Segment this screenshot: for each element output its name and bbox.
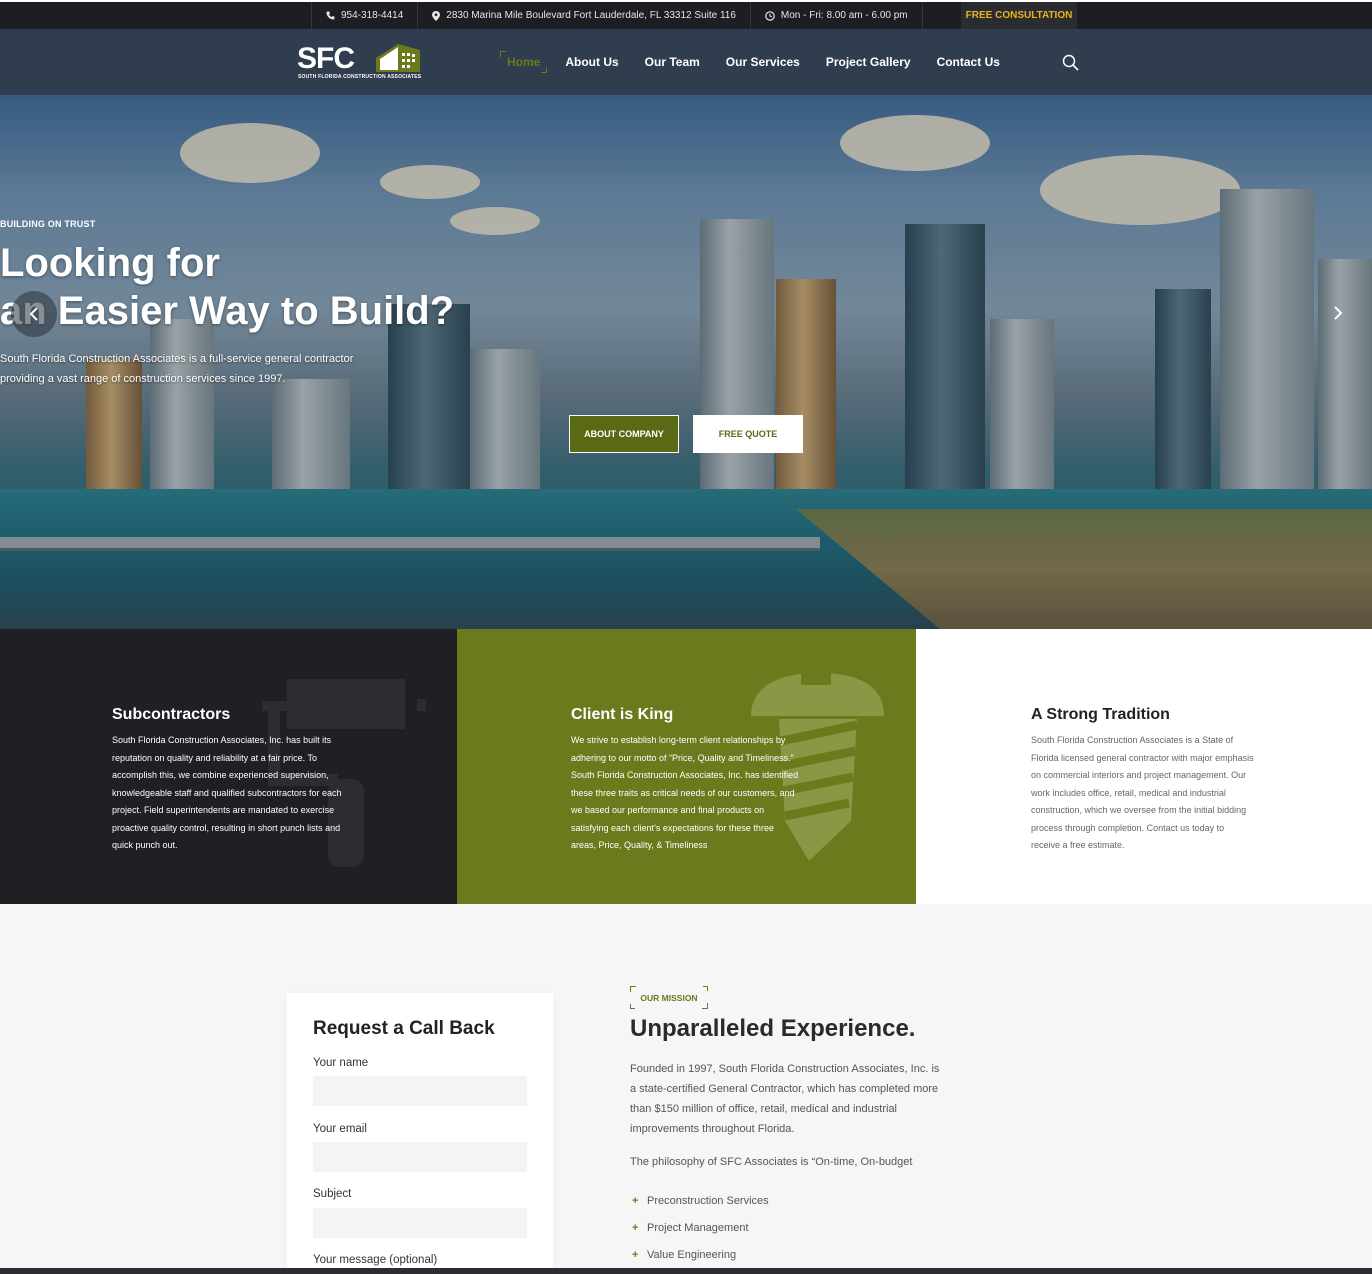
subject-field[interactable]	[313, 1208, 527, 1238]
top-bar-address: 2830 Marina Mile Boulevard Fort Lauderda…	[417, 2, 750, 29]
main-navigation: SFC SOUTH FLORIDA CONSTRUCTION ASSOCIATE…	[0, 29, 1372, 95]
logo-letters: SFC	[297, 42, 355, 75]
message-label: Your message (optional)	[313, 1254, 438, 1266]
nav-item-our-services[interactable]: Our Services	[726, 51, 800, 73]
hero-kicker: BUILDING ON TRUST	[0, 219, 96, 229]
phone-icon	[326, 11, 335, 20]
mission-title: Unparalleled Experience.	[630, 1015, 916, 1042]
mission-tag-text: OUR MISSION	[640, 992, 698, 1003]
free-consultation-button[interactable]: FREE CONSULTATION	[961, 2, 1077, 29]
feature-strong-tradition: A Strong Tradition South Florida Constru…	[916, 629, 1372, 904]
list-item: + Preconstruction Services	[632, 1194, 769, 1207]
top-bar-inner: 954-318-4414 2830 Marina Mile Boulevard …	[311, 2, 1077, 29]
nav-item-project-gallery[interactable]: Project Gallery	[826, 51, 911, 73]
nav-item-our-team[interactable]: Our Team	[645, 51, 700, 73]
sfc-logo[interactable]: SFC SOUTH FLORIDA CONSTRUCTION ASSOCIATE…	[297, 44, 422, 82]
feature-client-is-king: Client is King We strive to establish lo…	[457, 629, 916, 904]
plus-icon: +	[632, 1221, 639, 1234]
mission-tag: OUR MISSION	[630, 986, 708, 1009]
feature-text: We strive to establish long-term client …	[571, 735, 799, 850]
free-quote-button[interactable]: FREE QUOTE	[693, 415, 803, 453]
nav-menu: Home About Us Our Team Our Services Proj…	[500, 51, 1026, 73]
clock-icon	[765, 10, 775, 21]
hero-title: Looking for an Easier Way to Build?	[0, 239, 1372, 335]
top-bar: 954-318-4414 2830 Marina Mile Boulevard …	[0, 0, 1372, 29]
hero-subtitle: South Florida Construction Associates is…	[0, 349, 1372, 389]
phone-number: 954-318-4414	[341, 10, 404, 21]
nav-item-about-us[interactable]: About Us	[565, 51, 618, 73]
building-logo-icon	[376, 44, 420, 72]
nav-item-home[interactable]: Home	[500, 51, 548, 73]
hero-subtitle-line-1: South Florida Construction Associates is…	[0, 353, 354, 365]
bottom-bar	[0, 1268, 1372, 1274]
chevron-right-icon	[1334, 306, 1343, 320]
name-field[interactable]	[313, 1076, 527, 1106]
top-bar-hours: Mon - Fri: 8.00 am - 6.00 pm	[749, 2, 923, 29]
form-title: Request a Call Back	[313, 1018, 495, 1039]
feature-text: South Florida Construction Associates, I…	[112, 735, 342, 850]
nav-item-contact-us[interactable]: Contact Us	[937, 51, 1000, 73]
hero-subtitle-line-2: providing a vast range of construction s…	[0, 373, 286, 385]
about-company-button[interactable]: ABOUT COMPANY	[569, 415, 679, 453]
services-list: + Preconstruction Services + Project Manag…	[632, 1187, 769, 1268]
email-field[interactable]	[313, 1142, 527, 1172]
feature-text: South Florida Construction Associates is…	[1031, 735, 1254, 850]
hours-text: Mon - Fri: 8.00 am - 6.00 pm	[780, 10, 908, 21]
mission-philosophy: The philosophy of SFC Associates is “On-…	[630, 1156, 913, 1168]
hero-title-line-2: an Easier Way to Build?	[0, 289, 455, 333]
list-item: + Value Engineering	[632, 1248, 737, 1261]
subject-label: Subject	[313, 1188, 352, 1200]
call-back-form: Request a Call Back Your name Your email…	[287, 993, 553, 1274]
email-label: Your email	[313, 1123, 367, 1135]
plus-icon: +	[632, 1248, 639, 1261]
feature-title: Subcontractors	[112, 706, 231, 723]
hero-slider: BUILDING ON TRUST Looking for an Easier …	[0, 95, 1372, 629]
hero-title-line-1: Looking for	[0, 241, 220, 285]
list-item: + Project Management	[632, 1221, 749, 1234]
chevron-left-icon	[29, 307, 38, 321]
mission-paragraph: Founded in 1997, South Florida Construct…	[630, 1063, 940, 1135]
slider-next-button[interactable]	[1328, 303, 1348, 323]
plus-icon: +	[632, 1194, 639, 1207]
feature-title: Client is King	[571, 706, 674, 723]
slider-prev-button[interactable]	[11, 291, 57, 337]
top-bar-phone[interactable]: 954-318-4414	[311, 2, 417, 29]
address-text: 2830 Marina Mile Boulevard Fort Lauderda…	[446, 10, 736, 21]
map-pin-icon	[432, 10, 441, 21]
logo-tagline: SOUTH FLORIDA CONSTRUCTION ASSOCIATES	[298, 74, 422, 80]
name-label: Your name	[313, 1057, 369, 1069]
feature-title: A Strong Tradition	[1031, 706, 1170, 723]
search-icon[interactable]	[1062, 54, 1079, 71]
feature-subcontractors: Subcontractors South Florida Constructio…	[0, 629, 457, 904]
